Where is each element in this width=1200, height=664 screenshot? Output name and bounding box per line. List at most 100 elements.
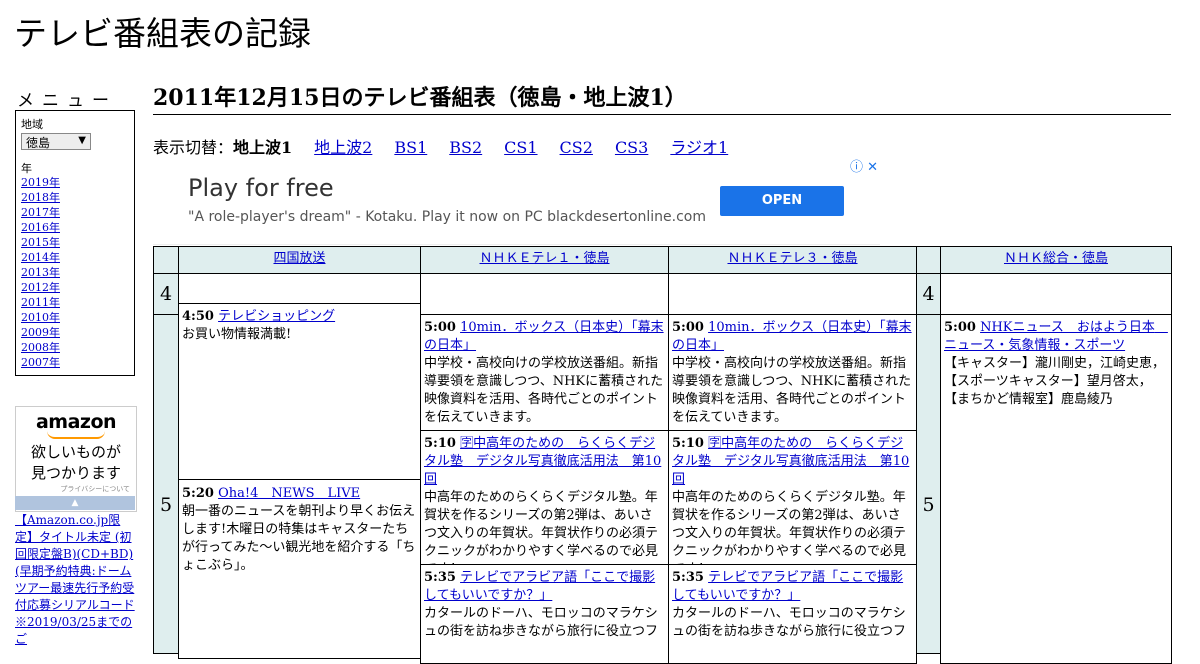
program-desc: 中高年のためのらくらくデジタル塾。年賀状を作るシリーズの第2弾は、あいさつ文入り… [424, 490, 659, 564]
year-link[interactable]: 2007年 [21, 356, 60, 369]
channel-link[interactable]: ＮＨＫＥテレ１・徳島 [479, 251, 609, 266]
program-title[interactable]: テレビショッピング [218, 309, 335, 324]
program-desc: カタールのドーハ、モロッコのマラケシュの街を訪ね歩きながら旅行に役立つフ [672, 606, 907, 639]
year-label: 年 [21, 162, 32, 175]
display-ad[interactable]: Play for free "A role-player's dream" - … [153, 156, 880, 245]
program-cell: 5:00 10min．ボックス（日本史）「幕末の日本」 中学校・高校向けの学校放… [668, 314, 917, 431]
program-time: 5:00 [944, 320, 976, 335]
year-link[interactable]: 2016年 [21, 221, 60, 234]
year-link[interactable]: 2008年 [21, 341, 60, 354]
hour-cell: 4 [153, 273, 179, 315]
year-link[interactable]: 2019年 [21, 176, 60, 189]
program-time: 5:35 [424, 570, 456, 585]
program-time: 5:00 [672, 320, 704, 335]
program-title[interactable]: テレビでアラビア語「ここで撮影してもいいですか？」 [424, 570, 655, 603]
switch-link[interactable]: BS1 [394, 138, 427, 157]
amazon-line1: 欲しいものが [30, 443, 121, 461]
program-time: 5:35 [672, 570, 704, 585]
switch-link[interactable]: 地上波2 [314, 138, 372, 157]
hour-cell: 5 [153, 314, 179, 654]
program-desc: カタールのドーハ、モロッコのマラケシュの街を訪ね歩きながら旅行に役立つフ [424, 606, 659, 639]
dropdown-arrow-icon: ▼ [78, 135, 86, 146]
year-list: 2019年 2018年 2017年 2016年 2015年 2014年 2013… [21, 175, 60, 370]
program-desc: 中学校・高校向けの学校放送番組。新指導要領を意識しつつ、NHKに蓄積された映像資… [672, 356, 912, 425]
channel-link[interactable]: ＮＨＫ総合・徳島 [1004, 251, 1108, 266]
program-title[interactable]: Oha!4 NEWS LIVE [218, 486, 360, 501]
switch-link[interactable]: CS2 [560, 138, 593, 157]
amazon-logo: amazon [35, 411, 117, 433]
switch-link[interactable]: BS2 [449, 138, 482, 157]
view-switch: 表示切替：地上波1 地上波2 BS1 BS2 CS1 CS2 CS3 ラジオ1 [153, 134, 750, 158]
program-time: 5:10 [672, 436, 704, 451]
amazon-privacy[interactable]: プライバシーについて [16, 484, 136, 494]
program-cell: 5:35 テレビでアラビア語「ここで撮影してもいいですか？」 カタールのドーハ、… [668, 564, 917, 664]
program-cell: 5:00 NHKニュース おはよう日本 ニュース・気象情報・スポーツ 【キャスタ… [940, 314, 1172, 664]
program-title[interactable]: テレビでアラビア語「ここで撮影してもいいですか？」 [672, 570, 903, 603]
switch-link[interactable]: CS3 [615, 138, 648, 157]
channel-header: 四国放送 [178, 246, 421, 274]
menu-heading: メニュー [17, 91, 117, 111]
empty-slot [178, 273, 421, 304]
program-cell: 5:10 🈑中高年のための らくらくデジタル塾 デジタル写真徹底活用法 第10回… [668, 430, 917, 565]
switch-current: 地上波1 [233, 138, 293, 157]
hour-cell: 4 [916, 273, 941, 315]
channel-link[interactable]: 四国放送 [273, 251, 325, 266]
channel-header: ＮＨＫ総合・徳島 [940, 246, 1172, 274]
program-time: 5:00 [424, 320, 456, 335]
page-title: 2011年12月15日のテレビ番組表（徳島・地上波1） [153, 84, 1171, 115]
schedule-grid: 四国放送 ＮＨＫＥテレ１・徳島 ＮＨＫＥテレ３・徳島 ＮＨＫ総合・徳島 4 4 … [153, 246, 1172, 664]
corner-cell [916, 246, 941, 274]
channel-link[interactable]: ＮＨＫＥテレ３・徳島 [727, 251, 857, 266]
program-cell: 5:00 10min．ボックス（日本史）「幕末の日本」 中学校・高校向けの学校放… [420, 314, 669, 431]
program-cell: 5:35 テレビでアラビア語「ここで撮影してもいいですか？」 カタールのドーハ、… [420, 564, 669, 664]
amazon-line2: 見つかります [30, 464, 121, 482]
empty-slot [420, 273, 669, 315]
empty-slot [668, 273, 917, 315]
corner-cell [153, 246, 179, 274]
program-time: 5:20 [182, 486, 214, 501]
region-label: 地域 [21, 118, 43, 131]
program-cell: 4:50 テレビショッピング お買い物情報満載! [178, 303, 421, 480]
program-title[interactable]: 🈑中高年のための らくらくデジタル塾 デジタル写真徹底活用法 第10回 [672, 436, 909, 487]
menu-box: 地域 徳島 ▼ 年 2019年 2018年 2017年 2016年 2015年 … [15, 110, 135, 376]
channel-header: ＮＨＫＥテレ３・徳島 [668, 246, 917, 274]
year-link[interactable]: 2017年 [21, 206, 60, 219]
program-time: 5:10 [424, 436, 456, 451]
program-cell: 5:20 Oha!4 NEWS LIVE 朝一番のニュースを朝刊より早くお伝えし… [178, 479, 421, 659]
program-desc: 中学校・高校向けの学校放送番組。新指導要領を意識しつつ、NHKに蓄積された映像資… [424, 356, 664, 425]
year-link[interactable]: 2018年 [21, 191, 60, 204]
program-time: 4:50 [182, 309, 214, 324]
program-title[interactable]: 10min．ボックス（日本史）「幕末の日本」 [672, 320, 912, 353]
caret-up-icon: ▲ [71, 498, 79, 508]
year-link[interactable]: 2012年 [21, 281, 60, 294]
year-link[interactable]: 2014年 [21, 251, 60, 264]
year-link[interactable]: 2015年 [21, 236, 60, 249]
amazon-product-link[interactable]: 【Amazon.co.jp限定】タイトル未定 (初回限定盤B)(CD+BD)(早… [15, 512, 137, 648]
program-cell: 5:10 🈑中高年のための らくらくデジタル塾 デジタル写真徹底活用法 第10回… [420, 430, 669, 565]
program-desc: 【キャスター】瀧川剛史，江崎史恵，【スポーツキャスター】望月啓太，【まちかど情報… [944, 356, 1166, 407]
program-desc: お買い物情報満載! [182, 327, 292, 342]
ad-info-close-icon[interactable]: ⓘ ✕ [850, 156, 878, 175]
year-link[interactable]: 2013年 [21, 266, 60, 279]
switch-link[interactable]: ラジオ1 [670, 138, 728, 157]
empty-slot [940, 273, 1172, 315]
channel-header: ＮＨＫＥテレ１・徳島 [420, 246, 669, 274]
amazon-expand-bar[interactable]: ▲ [15, 496, 135, 510]
switch-label: 表示切替： [153, 138, 234, 157]
ad-title: Play for free [188, 174, 334, 202]
region-select-value: 徳島 [26, 136, 51, 150]
program-title[interactable]: 10min．ボックス（日本史）「幕末の日本」 [424, 320, 664, 353]
program-desc: 中高年のためのらくらくデジタル塾。年賀状を作るシリーズの第2弾は、あいさつ文入り… [672, 490, 907, 564]
region-select[interactable]: 徳島 ▼ [21, 133, 91, 150]
ad-open-button[interactable]: OPEN [720, 186, 844, 216]
program-title[interactable]: 🈑中高年のための らくらくデジタル塾 デジタル写真徹底活用法 第10回 [424, 436, 661, 487]
hour-cell: 5 [916, 314, 941, 654]
site-title: テレビ番組表の記録 [14, 14, 311, 53]
program-title[interactable]: NHKニュース おはよう日本 ニュース・気象情報・スポーツ [944, 320, 1168, 353]
year-link[interactable]: 2009年 [21, 326, 60, 339]
year-link[interactable]: 2011年 [21, 296, 60, 309]
switch-link[interactable]: CS1 [504, 138, 537, 157]
year-link[interactable]: 2010年 [21, 311, 60, 324]
ad-description: "A role-player's dream" - Kotaku. Play i… [188, 209, 706, 225]
program-desc: 朝一番のニュースを朝刊より早くお伝えします!木曜日の特集はキャスターたちが行って… [182, 504, 416, 573]
